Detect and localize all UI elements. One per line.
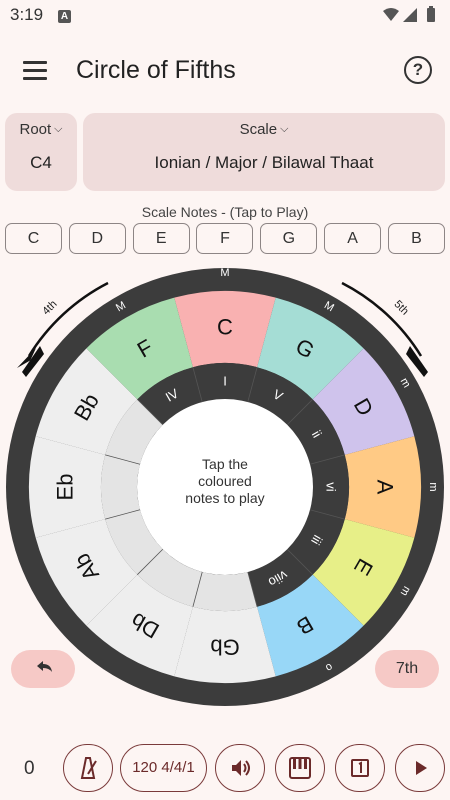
menu-icon-line: [23, 77, 47, 80]
metronome-button[interactable]: [63, 744, 113, 792]
status-bar: 3:19 A: [0, 0, 450, 32]
wifi-icon: [383, 8, 399, 21]
menu-icon: [23, 61, 47, 64]
metronome-icon: [80, 757, 97, 779]
one-box-icon: [351, 759, 369, 777]
scale-label: Scale: [239, 121, 278, 138]
play-button[interactable]: [395, 744, 445, 792]
note-label-c: C: [217, 315, 233, 340]
piano-icon: [289, 757, 311, 779]
status-icons: [382, 6, 440, 29]
notification-icon: A: [58, 10, 71, 23]
note-button-b[interactable]: B: [387, 223, 445, 254]
quality-label-a: m: [427, 482, 439, 491]
note-button-c[interactable]: C: [5, 223, 62, 254]
bottom-toolbar: 0 120 4/4/1: [0, 744, 450, 798]
arrow-left-label: 4th: [40, 298, 59, 317]
numeral-segment-eb: [100, 454, 140, 520]
signal-icon: [403, 8, 417, 22]
undo-icon: [37, 661, 52, 672]
seventh-toggle[interactable]: 7th: [375, 650, 439, 688]
circle-of-fifths-wheel: CIMGVMDiimAvi mEiiimBviiooGbDbAbEbBbFIVM …: [6, 267, 444, 706]
arrow-right-label: 5th: [391, 298, 410, 317]
scale-selector[interactable]: Scale ⌵ Ionian / Major / Bilawal Thaat: [83, 113, 445, 191]
scale-notes-title: Scale Notes - (Tap to Play): [141, 204, 309, 220]
undo-button[interactable]: [11, 650, 75, 688]
root-value: C4: [30, 153, 52, 172]
menu-button[interactable]: [18, 54, 52, 88]
quality-label-c: M: [220, 267, 229, 279]
note-label-eb: Eb: [53, 474, 78, 501]
note-button-a[interactable]: A: [324, 223, 382, 254]
chevron-down-icon: ⌵: [54, 123, 63, 135]
battery-icon: [427, 6, 435, 22]
note-label-gb: Gb: [210, 635, 239, 660]
note-button-f[interactable]: F: [196, 223, 254, 254]
note-button-g[interactable]: G: [260, 223, 318, 254]
beat-counter: 0: [24, 758, 35, 779]
app-bar: Circle of Fifths ?: [0, 40, 450, 100]
tempo-button[interactable]: 120 4/4/1: [120, 744, 207, 792]
root-selector[interactable]: Root ⌵ C4: [5, 113, 77, 191]
center-text-line-1: Tap the: [202, 456, 248, 472]
status-time: 3:19: [10, 5, 44, 24]
volume-button[interactable]: [215, 744, 265, 792]
center-text-line-3: notes to play: [185, 490, 264, 506]
numeral-segment-gb: [192, 572, 258, 611]
root-label: Root: [19, 121, 52, 138]
volume-icon: [232, 760, 250, 776]
play-icon: [416, 761, 427, 775]
help-button[interactable]: ?: [404, 56, 432, 84]
center-text-line-2: coloured: [198, 473, 252, 489]
numeral-label-c: I: [223, 374, 227, 389]
piano-button[interactable]: [275, 744, 325, 792]
scale-value: Ionian / Major / Bilawal Thaat: [154, 153, 374, 172]
scale-notes-row: C D E F G A B: [5, 223, 445, 257]
page-title: Circle of Fifths: [76, 56, 236, 84]
numeral-label-a: vi: [324, 482, 339, 492]
note-button-d[interactable]: D: [68, 223, 126, 254]
note-button-e[interactable]: E: [132, 223, 190, 254]
count-in-button[interactable]: [335, 744, 385, 792]
note-label-a: A: [373, 480, 398, 495]
menu-icon-line: [23, 69, 47, 72]
chevron-down-icon: ⌵: [280, 123, 289, 135]
